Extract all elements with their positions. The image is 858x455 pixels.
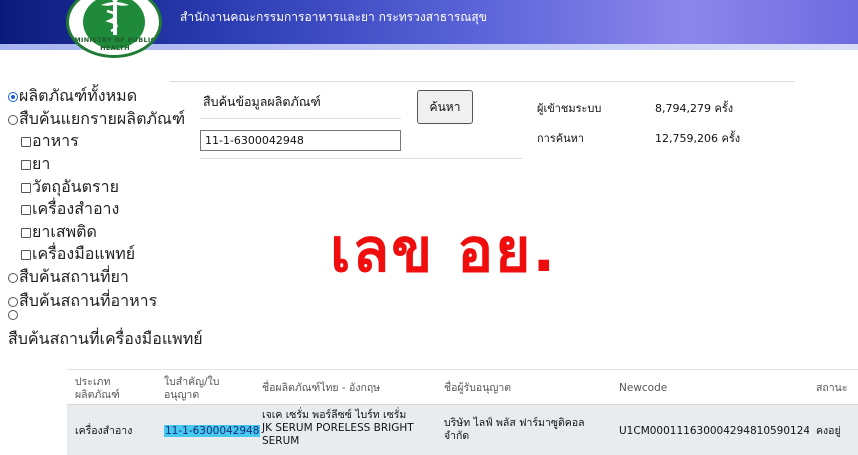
radio-icon[interactable] [8,272,18,283]
header-subtitle: สำนักงานคณะกรรมการอาหารและยา กระทรวงสาธา… [180,10,487,24]
col-header-licensee[interactable]: ชื่อผู้รับอนุญาต [444,382,604,395]
divider [200,158,522,159]
col-header-type[interactable]: ประเภท ผลิตภัณฑ์ [75,376,155,402]
filter-type-cosmetics[interactable]: เครื่องสำอาง [21,197,119,222]
filter-type-drug[interactable]: ยา [21,152,50,177]
divider [200,118,401,119]
filter-device-places-radio[interactable] [8,310,19,320]
visitors-value: 8,794,279 ครั้ง [655,102,734,115]
divider [170,81,795,82]
cell-licensee: บริษัท ไลฟ์ พลัส ฟาร์มาซูติคอล จำกัด [444,417,585,442]
table-row[interactable]: เครื่องสำอาง 11-1-6300042948 เจเค เซรั่ม… [67,405,858,455]
filter-drug-places[interactable]: สืบค้นสถานที่ยา [8,265,129,290]
cell-product-name: เจเค เซรั่ม พอร์ลีซซ์ ไบร์ท เซรั่ม JK SE… [262,409,432,448]
cell-license[interactable]: 11-1-6300042948 [164,425,261,437]
caduceus-icon [101,0,129,35]
filter-type-label: เครื่องสำอาง [32,199,120,218]
results-table: ประเภท ผลิตภัณฑ์ ใบสำคัญ/ใบ อนุญาต ชื่อผ… [67,369,858,455]
col-header-license[interactable]: ใบสำคัญ/ใบ อนุญาต [164,376,254,402]
radio-icon[interactable] [8,296,18,307]
radio-icon[interactable] [8,114,18,125]
search-button[interactable]: ค้นหา [417,90,473,124]
filter-type-label: ยา [32,154,51,173]
cell-status: คงอยู่ [816,425,841,437]
cell-newcode: U1CM0001116300042948105901245 1C [619,425,809,437]
col-header-newcode[interactable]: Newcode [619,382,719,395]
filter-type-label: อาหาร [32,131,79,150]
searches-value: 12,759,206 ครั้ง [655,132,741,145]
checkbox-icon[interactable] [21,227,31,238]
radio-checked-icon[interactable] [8,91,18,102]
checkbox-icon[interactable] [21,182,31,193]
logo-text: MINISTRY OF PUBLIC HEALTH [74,36,156,52]
filter-device-places-label: สืบค้นสถานที่เครื่องมือแพทย์ [8,329,203,348]
filter-type-label: เครื่องมือแพทย์ [32,244,136,263]
radio-icon[interactable] [8,310,18,320]
col-header-product-name[interactable]: ชื่อผลิตภัณฑ์ไทย - อังกฤษ [262,382,432,395]
filter-type-medical-devices[interactable]: เครื่องมือแพทย์ [21,242,135,267]
filter-drug-places-label: สืบค้นสถานที่ยา [19,267,129,286]
searches-label: การค้นหา [537,132,585,145]
visitors-label: ผู้เข้าชมระบบ [537,102,602,115]
col-header-status[interactable]: สถานะ [816,382,858,395]
filter-all-products-label: ผลิตภัณฑ์ทั้งหมด [19,86,138,105]
search-label: สืบค้นข้อมูลผลิตภัณฑ์ [203,94,321,109]
product-name-en: JK SERUM PORELESS BRIGHT SERUM [262,422,414,447]
checkbox-icon[interactable] [21,136,31,147]
ministry-logo[interactable]: MINISTRY OF PUBLIC HEALTH [66,0,162,58]
filter-device-places[interactable]: สืบค้นสถานที่เครื่องมือแพทย์ [8,327,203,352]
checkbox-icon[interactable] [21,249,31,260]
fda-search-page: MINISTRY OF PUBLIC HEALTH สำนักงานคณะกรร… [0,0,858,455]
checkbox-icon[interactable] [21,204,31,215]
cell-type: เครื่องสำอาง [75,425,133,437]
filter-food-places-label: สืบค้นสถานที่อาหาร [19,291,158,310]
table-header: ประเภท ผลิตภัณฑ์ ใบสำคัญ/ใบ อนุญาต ชื่อผ… [67,369,858,405]
filter-all-products[interactable]: ผลิตภัณฑ์ทั้งหมด [8,84,137,109]
overlay-caption: เลข อย. [330,216,558,286]
checkbox-icon[interactable] [21,159,31,170]
filter-type-food[interactable]: อาหาร [21,129,79,154]
filter-food-places[interactable]: สืบค้นสถานที่อาหาร [8,289,157,314]
search-input[interactable] [200,130,401,151]
product-name-th: เจเค เซรั่ม พอร์ลีซซ์ ไบร์ท เซรั่ม [262,409,407,421]
